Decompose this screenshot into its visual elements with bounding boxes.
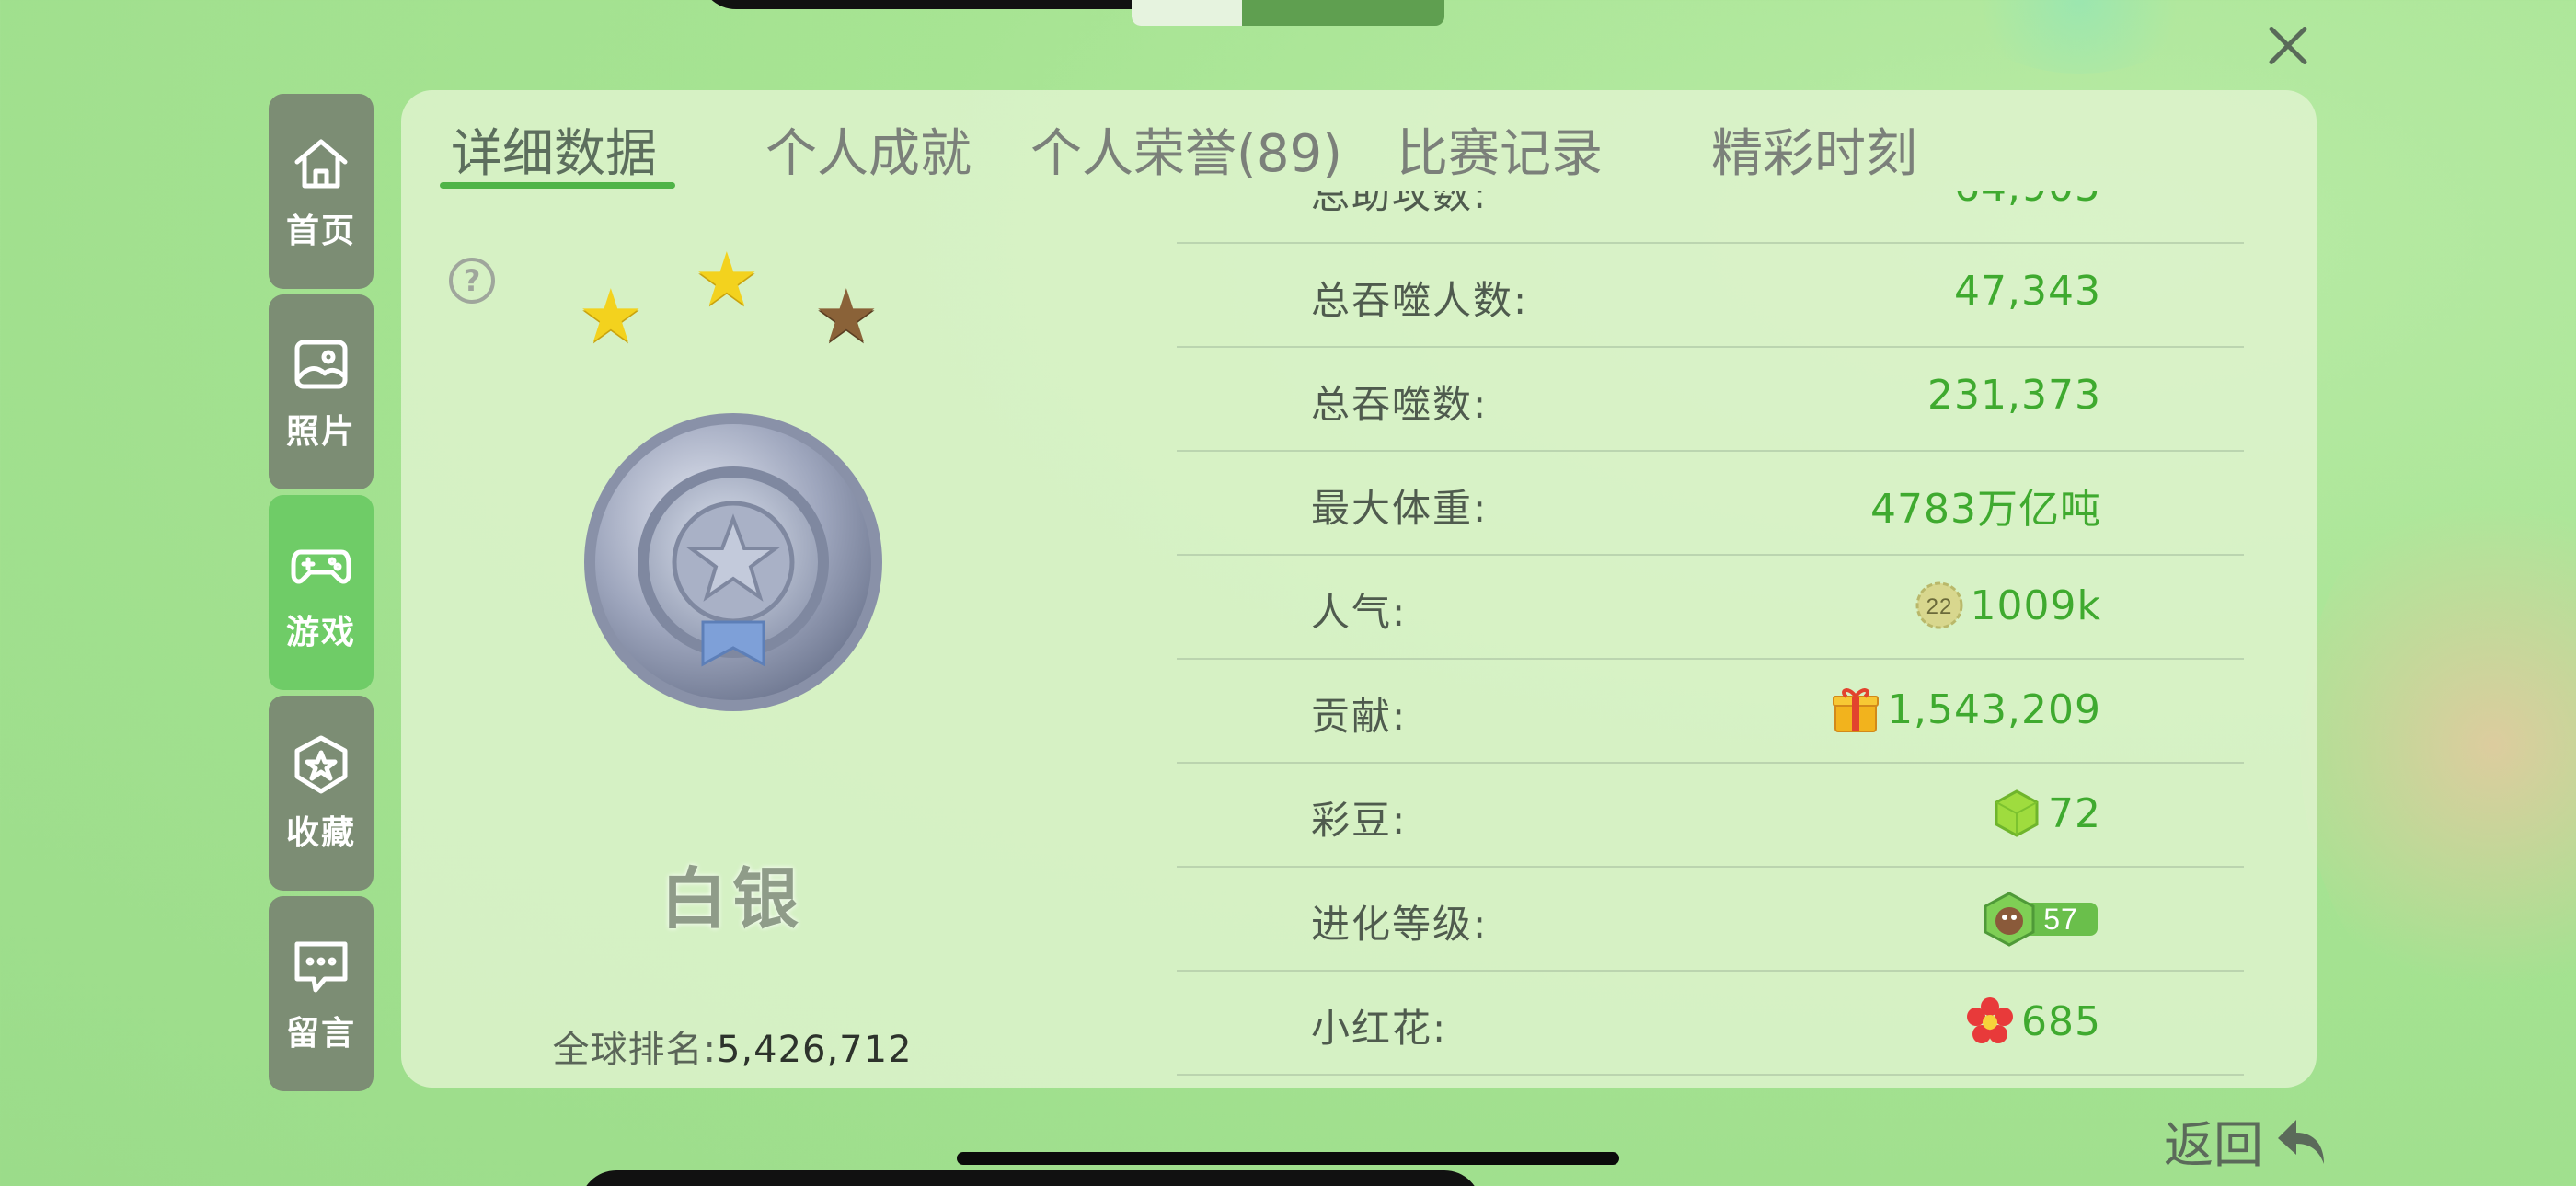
evolution-level-icon: 57 <box>1984 892 2098 947</box>
tab-match-records[interactable]: 比赛记录 <box>1397 112 1603 187</box>
rank-star-filled: ★ <box>578 273 644 359</box>
red-flower-icon <box>1967 997 2014 1043</box>
bean-icon <box>1995 789 2039 837</box>
stat-value-text: 72 <box>2048 789 2101 837</box>
stat-label: 人气: <box>1311 590 1408 635</box>
rank-name: 白银 <box>660 860 804 938</box>
back-arrow-icon <box>2278 1119 2324 1164</box>
stat-value: 1,543,209 <box>1830 684 2101 735</box>
close-icon[interactable] <box>2259 17 2317 75</box>
stat-label: 总助攻数: <box>1311 191 1489 217</box>
back-button[interactable]: 返回 <box>2164 1104 2333 1177</box>
popularity-badge-icon: 22 <box>1915 581 1963 629</box>
tab-detailed-data[interactable]: 详细数据 <box>451 112 657 187</box>
tab-achievements[interactable]: 个人成就 <box>765 112 972 187</box>
stat-value: 57 <box>1982 892 2101 947</box>
sidebar-item-label: 游戏 <box>285 614 356 651</box>
stat-value: 47,343 <box>1954 268 2101 315</box>
global-rank-value: 5,426,712 <box>716 1029 913 1071</box>
global-rank: 全球排名:5,426,712 <box>502 1019 962 1073</box>
sidebar-item-label: 收藏 <box>285 814 356 852</box>
message-icon <box>294 941 348 993</box>
stat-value-text: 231,373 <box>1927 372 2101 419</box>
stat-label: 最大体重: <box>1311 486 1489 531</box>
sidebar-item-home[interactable]: 首页 <box>269 94 374 289</box>
back-label: 返回 <box>2164 1116 2263 1174</box>
stat-value: 22 1009k <box>1914 580 2101 631</box>
stat-label: 彩豆: <box>1311 798 1408 843</box>
sidebar-item-label: 首页 <box>285 213 356 250</box>
stat-value-text: 47,343 <box>1954 268 2101 315</box>
stat-row: 彩豆: 72 <box>1177 764 2244 868</box>
tab-honors[interactable]: 个人荣誉(89) <box>1030 112 1342 187</box>
stat-value-text: 1,543,209 <box>1887 685 2101 733</box>
global-rank-label: 全球排名: <box>552 1029 717 1071</box>
star-badge-icon <box>294 735 348 794</box>
background-blob <box>2300 460 2576 1031</box>
sidebar-item-games[interactable]: 游戏 <box>269 495 374 690</box>
help-icon[interactable]: ? <box>449 258 495 304</box>
stats-list[interactable]: 总助攻数: 64,905 总吞噬人数: 47,343 总吞噬数: 231,373… <box>1177 191 2244 1076</box>
stat-row: 总吞噬人数: 47,343 <box>1177 244 2244 348</box>
silver-medal-icon <box>584 413 882 711</box>
tab-highlights[interactable]: 精彩时刻 <box>1711 112 1917 187</box>
gift-icon <box>1833 688 1880 732</box>
stat-value-text: 685 <box>2021 997 2101 1045</box>
sidebar-item-messages[interactable]: 留言 <box>269 896 374 1091</box>
gamepad-icon <box>291 549 351 584</box>
rank-star-filled: ★ <box>694 236 760 322</box>
tab-bar: 详细数据 个人成就 个人荣誉(89) 比赛记录 精彩时刻 <box>401 90 2317 191</box>
device-notch <box>699 0 1178 9</box>
stat-label: 贡献: <box>1311 694 1408 739</box>
active-tab-indicator <box>440 182 675 189</box>
stat-label: 总吞噬人数: <box>1311 278 1529 323</box>
evolution-level-text: 57 <box>2043 903 2078 936</box>
stat-label: 小红花: <box>1311 1006 1448 1051</box>
sidebar-item-photos[interactable]: 照片 <box>269 294 374 489</box>
stat-label: 进化等级: <box>1311 902 1489 947</box>
background-blob <box>1960 0 2199 74</box>
stat-value: 72 <box>1991 788 2101 839</box>
stat-row: 贡献: 1,543,209 <box>1177 660 2244 764</box>
stat-row: 总吞噬数: 231,373 <box>1177 348 2244 452</box>
stat-row: 进化等级: 57 <box>1177 868 2244 972</box>
rank-star-empty: ★ <box>813 273 880 359</box>
stat-value-text: 64,905 <box>1954 191 2101 211</box>
stat-value: 685 <box>1964 996 2101 1047</box>
stat-row: 小红花: 685 <box>1177 972 2244 1076</box>
stat-value: 64,905 <box>1954 191 2101 211</box>
stat-row: 总助攻数: 64,905 <box>1177 191 2244 244</box>
stat-value: 231,373 <box>1927 372 2101 419</box>
home-indicator[interactable] <box>957 1152 1619 1165</box>
sidebar-item-favorites[interactable]: 收藏 <box>269 696 374 891</box>
stat-value-text: 4783万亿吨 <box>1870 486 2101 533</box>
stat-label: 总吞噬数: <box>1311 382 1489 427</box>
stat-row: 最大体重: 4783万亿吨 <box>1177 452 2244 556</box>
stat-row: 人气: 22 1009k <box>1177 556 2244 660</box>
sidebar-item-label: 照片 <box>285 413 356 451</box>
sidebar-item-label: 留言 <box>285 1015 356 1053</box>
stat-value-text: 1009k <box>1970 581 2101 629</box>
popularity-level-text: 22 <box>1926 594 1952 619</box>
device-bottom-edge <box>580 1170 1481 1186</box>
photo-icon <box>294 340 348 389</box>
volume-indicator <box>1132 0 1444 26</box>
detail-panel: 详细数据 个人成就 个人荣誉(89) 比赛记录 精彩时刻 ? ★ ★ ★ 白银 … <box>401 90 2317 1088</box>
home-icon <box>294 139 348 189</box>
sidebar: 首页 照片 游戏 收藏 留言 <box>269 94 374 1097</box>
stat-value: 4783万亿吨 <box>1870 476 2101 535</box>
